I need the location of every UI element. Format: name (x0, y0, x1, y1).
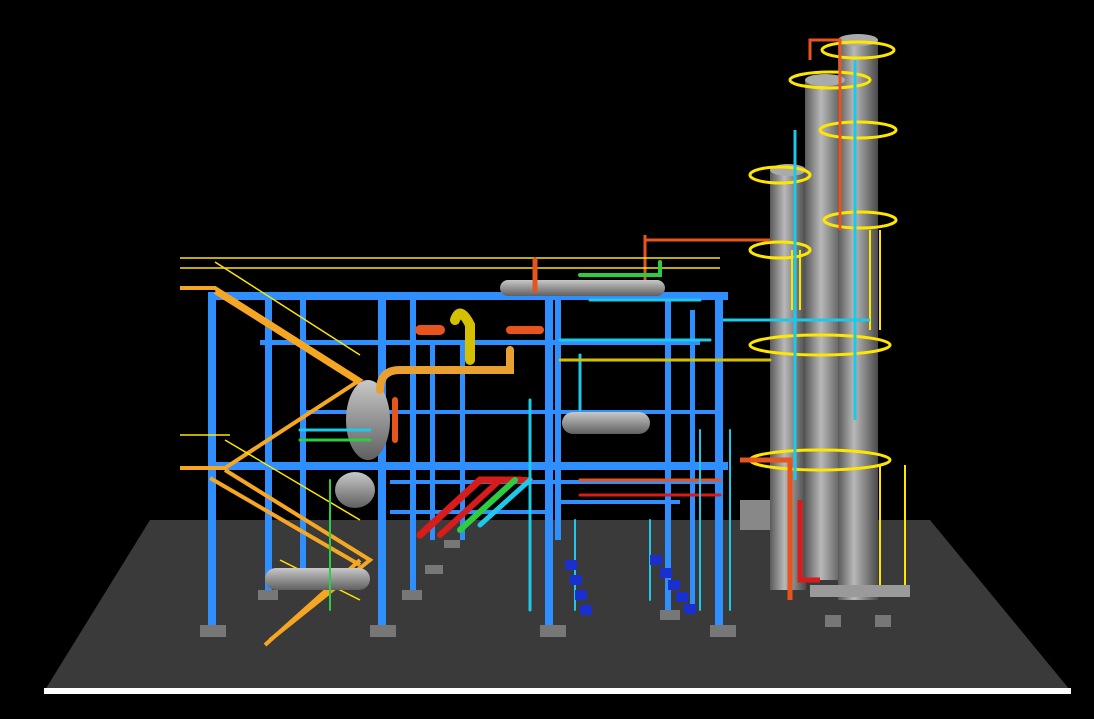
plant-3d-scene (44, 34, 1071, 694)
ground-slab (45, 520, 1070, 690)
ground-edge (44, 688, 1071, 694)
